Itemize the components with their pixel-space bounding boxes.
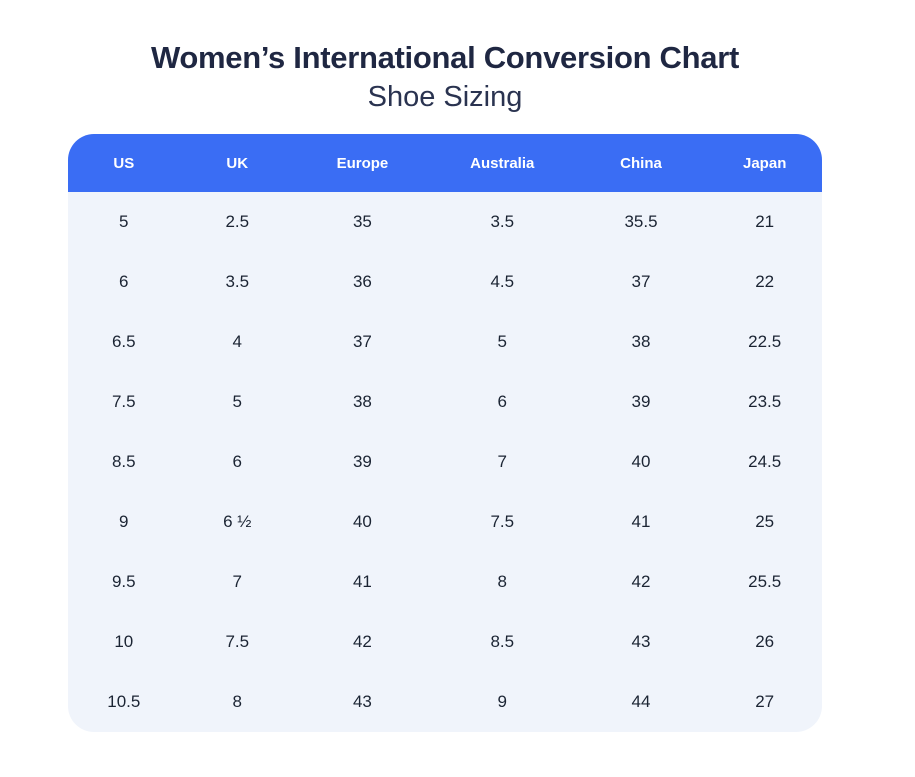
size-cell: 4.5 <box>430 252 575 312</box>
size-cell: 6.5 <box>68 312 180 372</box>
size-cell: 4 <box>180 312 295 372</box>
table-row: 96 ½407.54125 <box>68 492 822 552</box>
size-cell: 10 <box>68 612 180 672</box>
size-cell: 3.5 <box>430 192 575 252</box>
title-block: Women’s International Conversion Chart S… <box>68 38 822 116</box>
table-row: 7.553863923.5 <box>68 372 822 432</box>
size-cell: 42 <box>575 552 708 612</box>
size-cell: 37 <box>295 312 430 372</box>
column-header-australia: Australia <box>430 134 575 192</box>
size-cell: 27 <box>707 672 822 732</box>
size-cell: 5 <box>68 192 180 252</box>
size-cell: 37 <box>575 252 708 312</box>
size-cell: 40 <box>295 492 430 552</box>
size-cell: 7.5 <box>180 612 295 672</box>
size-cell: 6 ½ <box>180 492 295 552</box>
size-cell: 6 <box>180 432 295 492</box>
table-row: 52.5353.535.521 <box>68 192 822 252</box>
size-cell: 23.5 <box>707 372 822 432</box>
size-cell: 9 <box>430 672 575 732</box>
page-title: Women’s International Conversion Chart <box>68 38 822 78</box>
size-cell: 25.5 <box>707 552 822 612</box>
table-row: 63.5364.53722 <box>68 252 822 312</box>
conversion-table-container: USUKEuropeAustraliaChinaJapan 52.5353.53… <box>68 134 822 732</box>
size-cell: 9 <box>68 492 180 552</box>
size-cell: 8 <box>180 672 295 732</box>
size-cell: 26 <box>707 612 822 672</box>
size-cell: 7 <box>180 552 295 612</box>
size-cell: 40 <box>575 432 708 492</box>
page: Women’s International Conversion Chart S… <box>0 0 915 777</box>
column-header-japan: Japan <box>707 134 822 192</box>
size-cell: 42 <box>295 612 430 672</box>
size-cell: 35 <box>295 192 430 252</box>
table-row: 8.563974024.5 <box>68 432 822 492</box>
content-wrapper: Women’s International Conversion Chart S… <box>68 0 822 732</box>
column-header-uk: UK <box>180 134 295 192</box>
size-cell: 6 <box>68 252 180 312</box>
size-cell: 43 <box>575 612 708 672</box>
size-cell: 3.5 <box>180 252 295 312</box>
table-row: 9.574184225.5 <box>68 552 822 612</box>
table-row: 6.543753822.5 <box>68 312 822 372</box>
size-cell: 7.5 <box>430 492 575 552</box>
size-cell: 6 <box>430 372 575 432</box>
size-cell: 22.5 <box>707 312 822 372</box>
table-header-row: USUKEuropeAustraliaChinaJapan <box>68 134 822 192</box>
size-cell: 8 <box>430 552 575 612</box>
table-row: 107.5428.54326 <box>68 612 822 672</box>
size-cell: 7.5 <box>68 372 180 432</box>
size-cell: 38 <box>575 312 708 372</box>
column-header-china: China <box>575 134 708 192</box>
size-cell: 39 <box>575 372 708 432</box>
column-header-europe: Europe <box>295 134 430 192</box>
size-cell: 25 <box>707 492 822 552</box>
size-cell: 22 <box>707 252 822 312</box>
size-cell: 35.5 <box>575 192 708 252</box>
size-cell: 21 <box>707 192 822 252</box>
size-cell: 24.5 <box>707 432 822 492</box>
page-subtitle: Shoe Sizing <box>68 78 822 116</box>
size-cell: 43 <box>295 672 430 732</box>
size-cell: 41 <box>575 492 708 552</box>
size-cell: 36 <box>295 252 430 312</box>
size-cell: 8.5 <box>68 432 180 492</box>
size-cell: 2.5 <box>180 192 295 252</box>
size-cell: 39 <box>295 432 430 492</box>
shoe-size-conversion-table: USUKEuropeAustraliaChinaJapan 52.5353.53… <box>68 134 822 732</box>
column-header-us: US <box>68 134 180 192</box>
size-cell: 5 <box>430 312 575 372</box>
size-cell: 10.5 <box>68 672 180 732</box>
size-cell: 5 <box>180 372 295 432</box>
size-cell: 44 <box>575 672 708 732</box>
size-cell: 9.5 <box>68 552 180 612</box>
table-row: 10.584394427 <box>68 672 822 732</box>
size-cell: 41 <box>295 552 430 612</box>
size-cell: 8.5 <box>430 612 575 672</box>
size-cell: 7 <box>430 432 575 492</box>
size-cell: 38 <box>295 372 430 432</box>
